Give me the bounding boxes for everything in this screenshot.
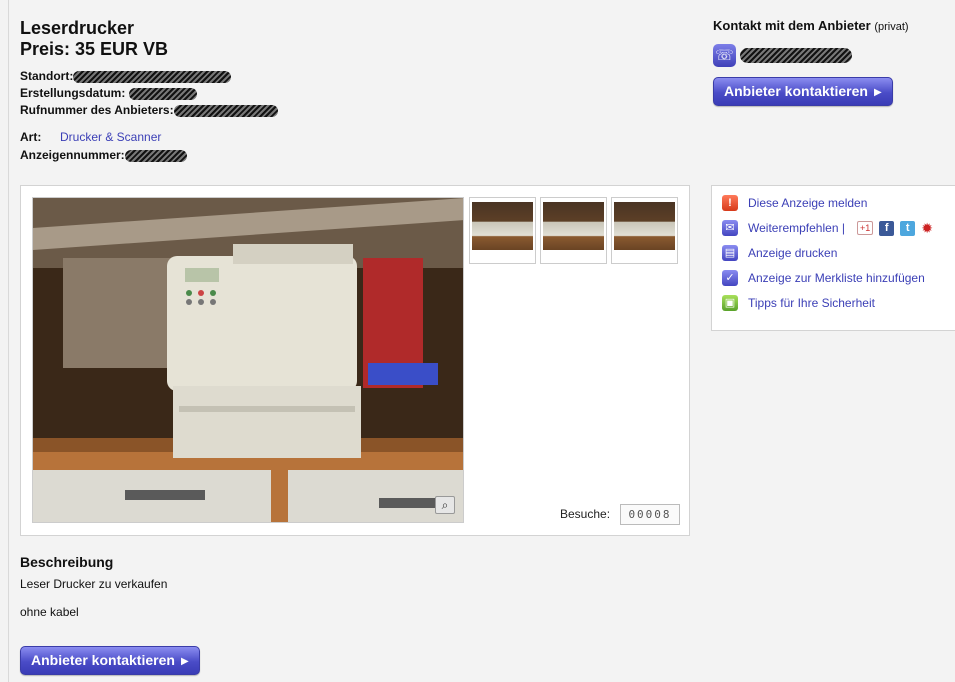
- more-share-icon[interactable]: ✹: [921, 220, 933, 236]
- main-photo[interactable]: ⌕: [32, 197, 464, 523]
- thumbnail-image: [543, 202, 604, 250]
- printer-icon: ▤: [722, 245, 738, 261]
- image-gallery: ⌕ Besuche: 00008: [20, 185, 690, 536]
- recommend-row: ✉ Weiterempfehlen | +1 f t ✹: [722, 219, 933, 237]
- visits-label: Besuche:: [560, 507, 611, 521]
- share-buttons: +1 f t ✹: [851, 220, 933, 236]
- google-plus-icon[interactable]: +1: [856, 221, 874, 235]
- description-title: Beschreibung: [20, 554, 114, 570]
- phone-row: Rufnummer des Anbieters:: [20, 102, 278, 118]
- ad-actions-box: ! Diese Anzeige melden ✉ Weiterempfehlen…: [711, 185, 955, 331]
- arrow-right-icon: ▶: [180, 656, 189, 667]
- zoom-icon[interactable]: ⌕: [435, 496, 455, 514]
- thumbnail-image: [472, 202, 533, 250]
- alert-icon: !: [722, 195, 738, 211]
- contact-button-label: Anbieter kontaktieren: [724, 83, 868, 99]
- printer-photo: [33, 198, 463, 522]
- contact-button-label: Anbieter kontaktieren: [31, 652, 175, 668]
- redacted-phone: [173, 104, 278, 117]
- print-ad-label: Anzeige drucken: [748, 246, 838, 260]
- recommend-link[interactable]: Weiterempfehlen |: [748, 221, 845, 235]
- location-label: Standort:: [20, 69, 74, 83]
- ad-number-row: Anzeigennummer:: [20, 147, 187, 163]
- report-ad-link[interactable]: ! Diese Anzeige melden: [722, 194, 867, 212]
- facebook-icon[interactable]: f: [879, 220, 895, 236]
- safety-tips-label: Tipps für Ihre Sicherheit: [748, 296, 875, 310]
- contact-title-text: Kontakt mit dem Anbieter: [713, 18, 871, 33]
- thumbnail-image: [614, 202, 675, 250]
- thumbnail-1[interactable]: [469, 197, 536, 264]
- add-to-watchlist-link[interactable]: ✓ Anzeige zur Merkliste hinzufügen: [722, 269, 925, 287]
- thumbnail-2[interactable]: [540, 197, 607, 264]
- phone-icon[interactable]: ☏: [713, 44, 736, 67]
- page-divider: [8, 0, 9, 682]
- ad-number-label: Anzeigennummer:: [20, 148, 125, 162]
- arrow-right-icon: ▶: [873, 87, 882, 98]
- description-line-1: Leser Drucker zu verkaufen: [20, 577, 168, 591]
- visits-counter: 00008: [620, 504, 680, 525]
- mail-icon: ✉: [722, 220, 738, 236]
- checkmark-icon: ✓: [722, 270, 738, 286]
- contact-title: Kontakt mit dem Anbieter (privat): [713, 18, 909, 33]
- report-ad-label: Diese Anzeige melden: [748, 196, 868, 210]
- contact-seller-button-top[interactable]: Anbieter kontaktieren ▶: [713, 77, 893, 106]
- redacted-contact-phone: [740, 48, 852, 63]
- phone-label: Rufnummer des Anbieters:: [20, 103, 174, 117]
- thumbnail-3[interactable]: [611, 197, 678, 264]
- redacted-date: [129, 87, 198, 100]
- created-row: Erstellungsdatum:: [20, 85, 198, 101]
- contact-subtitle: (privat): [874, 21, 909, 33]
- print-ad-link[interactable]: ▤ Anzeige drucken: [722, 244, 837, 262]
- listing-title: Leserdrucker: [20, 18, 135, 38]
- listing-price: Preis: 35 EUR VB: [20, 39, 169, 59]
- created-label: Erstellungsdatum:: [20, 86, 126, 100]
- redacted-ad-number: [124, 149, 187, 162]
- safety-tips-link[interactable]: ▣ Tipps für Ihre Sicherheit: [722, 294, 875, 312]
- category-link[interactable]: Drucker & Scanner: [60, 130, 161, 144]
- twitter-icon[interactable]: t: [900, 220, 916, 236]
- redacted-location: [73, 70, 232, 83]
- contact-seller-button-bottom[interactable]: Anbieter kontaktieren ▶: [20, 646, 200, 675]
- lock-icon: ▣: [722, 295, 738, 311]
- description-line-2: ohne kabel: [20, 605, 79, 619]
- add-to-watchlist-label: Anzeige zur Merkliste hinzufügen: [748, 271, 925, 285]
- location-row: Standort:: [20, 68, 232, 84]
- category-label: Art:: [20, 130, 42, 144]
